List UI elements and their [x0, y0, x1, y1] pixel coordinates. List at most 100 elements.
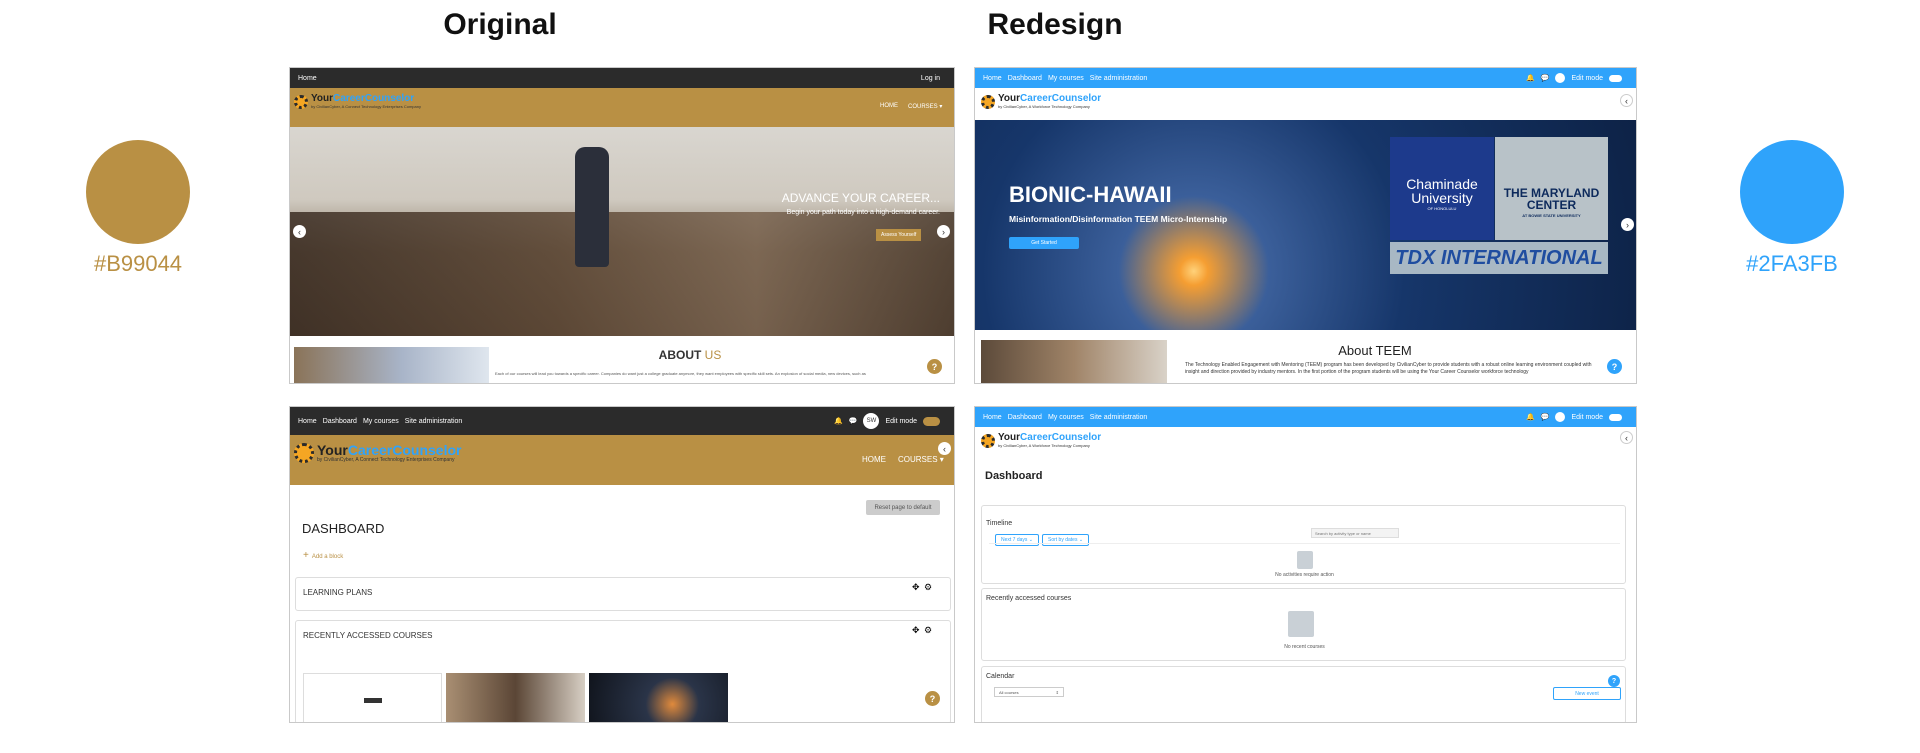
all-courses-select[interactable]: All courses ⇕ [994, 687, 1064, 697]
gear-icon[interactable]: ⚙ [924, 582, 932, 593]
nav-dashboard-link[interactable]: Dashboard [1008, 414, 1042, 421]
avatar[interactable]: SW [863, 413, 880, 429]
move-icon[interactable]: ✥ [912, 582, 920, 593]
menu-courses[interactable]: COURSES ▾ [898, 455, 944, 464]
menu-home[interactable]: HOME [880, 103, 898, 109]
nav-home-link[interactable]: Home [298, 75, 317, 82]
edit-mode-toggle[interactable] [1609, 74, 1622, 82]
hero-title: BIONIC-HAWAII [1009, 182, 1172, 207]
original-dashboard-screenshot: Home Dashboard My courses Site administr… [289, 406, 955, 723]
block-title: RECENTLY ACCESSED COURSES [303, 631, 433, 640]
about-title: About TEEM [1338, 343, 1412, 358]
hero-subtitle: Misinformation/Disinformation TEEM Micro… [1009, 214, 1228, 224]
menu-home[interactable]: HOME [862, 455, 886, 464]
carousel-next-icon[interactable]: › [1621, 218, 1634, 231]
site-logo[interactable]: YourCareerCounselor by CivilianCyber, A … [294, 94, 421, 109]
page-title: DASHBOARD [302, 521, 385, 536]
assess-yourself-button[interactable]: Assess Yourself [876, 229, 922, 241]
course-card[interactable] [446, 673, 585, 722]
drawer-toggle-icon[interactable]: ‹ [1620, 431, 1633, 444]
add-block-link[interactable]: + Add a block [303, 550, 343, 561]
hero-title: ADVANCE YOUR CAREER... [781, 191, 940, 205]
login-link[interactable]: Log in [921, 75, 940, 82]
timeline-block: Timeline Next 7 days ⌄Sort by dates ⌄ No… [981, 505, 1626, 584]
original-color-hex: #B99044 [93, 251, 183, 276]
gear-logo-icon [981, 94, 995, 109]
original-color-swatch [86, 140, 190, 244]
redesign-dashboard-screenshot: Home Dashboard My courses Site administr… [974, 406, 1637, 723]
gear-icon[interactable]: ⚙ [924, 625, 932, 636]
carousel-prev-icon[interactable]: ‹ [293, 225, 306, 238]
nav-my-courses-link[interactable]: My courses [363, 418, 399, 425]
nav-my-courses-link[interactable]: My courses [1048, 414, 1084, 421]
avatar[interactable] [1555, 73, 1566, 83]
nav-site-admin-link[interactable]: Site administration [405, 418, 463, 425]
drawer-toggle-icon[interactable]: ‹ [938, 442, 951, 455]
menu-courses[interactable]: COURSES ▾ [908, 103, 942, 110]
hero-subtitle: Begin your path today into a high-demand… [786, 209, 940, 216]
edit-mode-label: Edit mode [1571, 74, 1603, 82]
chat-icon[interactable]: 💬 [1541, 413, 1550, 421]
no-activities-text: No activities require action [1275, 572, 1334, 578]
nav-site-admin-link[interactable]: Site administration [1090, 75, 1148, 82]
nav-home-link[interactable]: Home [298, 418, 317, 425]
page-title: Dashboard [985, 470, 1043, 482]
recent-courses-block: RECENTLY ACCESSED COURSES ✥ ⚙ ? [295, 620, 951, 722]
edit-mode-label: Edit mode [885, 417, 917, 425]
help-icon[interactable]: ? [1608, 675, 1620, 687]
about-text: Each of our courses will lead you toward… [495, 371, 866, 376]
nav-dashboard-link[interactable]: Dashboard [1008, 75, 1042, 82]
nav-home-link[interactable]: Home [983, 75, 1002, 82]
sort-by-dates-dropdown[interactable]: Sort by dates ⌄ [1041, 534, 1090, 546]
top-nav: Home Dashboard My courses Site administr… [975, 407, 1636, 427]
get-started-button[interactable]: Get Started [1009, 237, 1079, 249]
new-event-button[interactable]: New event [1553, 687, 1621, 700]
redesign-color-swatch [1740, 140, 1844, 244]
gear-logo-icon [294, 443, 314, 463]
no-activity-icon [1297, 551, 1313, 569]
presenter-figure [575, 147, 609, 267]
site-logo[interactable]: YourCareerCounselor by CivilianCyber, A … [981, 433, 1101, 448]
tdx-international-logo: TDX INTERNATIONAL [1390, 242, 1608, 274]
chat-icon[interactable]: 💬 [1541, 74, 1550, 82]
edit-mode-toggle[interactable] [923, 416, 940, 426]
about-image [294, 347, 489, 383]
next-7-days-dropdown[interactable]: Next 7 days ⌄ [995, 534, 1039, 546]
learning-plans-block: LEARNING PLANS ✥ ⚙ [295, 577, 951, 611]
calendar-title: Calendar [986, 673, 1015, 680]
course-card[interactable] [303, 673, 442, 722]
help-icon[interactable]: ? [1607, 359, 1622, 374]
bell-icon[interactable]: 🔔 [834, 417, 843, 425]
edit-mode-label: Edit mode [1571, 413, 1603, 421]
top-nav: Home Log in [290, 68, 954, 88]
redesign-home-screenshot: Home Dashboard My courses Site administr… [974, 67, 1637, 384]
site-logo[interactable]: YourCareerCounselor by CivilianCyber, A … [294, 443, 461, 463]
nav-dashboard-link[interactable]: Dashboard [323, 418, 357, 425]
top-nav: Home Dashboard My courses Site administr… [290, 407, 954, 435]
help-icon[interactable]: ? [927, 359, 942, 374]
site-logo[interactable]: YourCareerCounselor by CivilianCyber, A … [981, 94, 1101, 109]
chat-icon[interactable]: 💬 [849, 417, 858, 425]
chaminade-logo: Chaminade University OF HONOLULU [1390, 137, 1494, 240]
timeline-search-input[interactable] [1311, 528, 1399, 538]
about-title: ABOUT US [658, 348, 722, 362]
nav-site-admin-link[interactable]: Site administration [1090, 414, 1148, 421]
drawer-toggle-icon[interactable]: ‹ [1620, 94, 1633, 107]
nav-my-courses-link[interactable]: My courses [1048, 75, 1084, 82]
nav-home-link[interactable]: Home [983, 414, 1002, 421]
reset-page-button[interactable]: Reset page to default [866, 500, 940, 515]
redesign-heading: Redesign [987, 8, 1123, 41]
bell-icon[interactable]: 🔔 [1526, 74, 1535, 82]
course-card[interactable] [589, 673, 728, 722]
bell-icon[interactable]: 🔔 [1526, 413, 1535, 421]
hero-banner: BIONIC-HAWAII Misinformation/Disinformat… [975, 120, 1636, 330]
redesign-color-hex: #2FA3FB [1746, 251, 1838, 276]
no-recent-text: No recent courses [1284, 644, 1325, 650]
carousel-next-icon[interactable]: › [937, 225, 950, 238]
help-icon[interactable]: ? [925, 691, 940, 706]
block-title: LEARNING PLANS [303, 588, 373, 597]
avatar[interactable] [1555, 412, 1566, 422]
move-icon[interactable]: ✥ [912, 625, 920, 636]
edit-mode-toggle[interactable] [1609, 413, 1622, 421]
gear-logo-icon [294, 94, 308, 109]
